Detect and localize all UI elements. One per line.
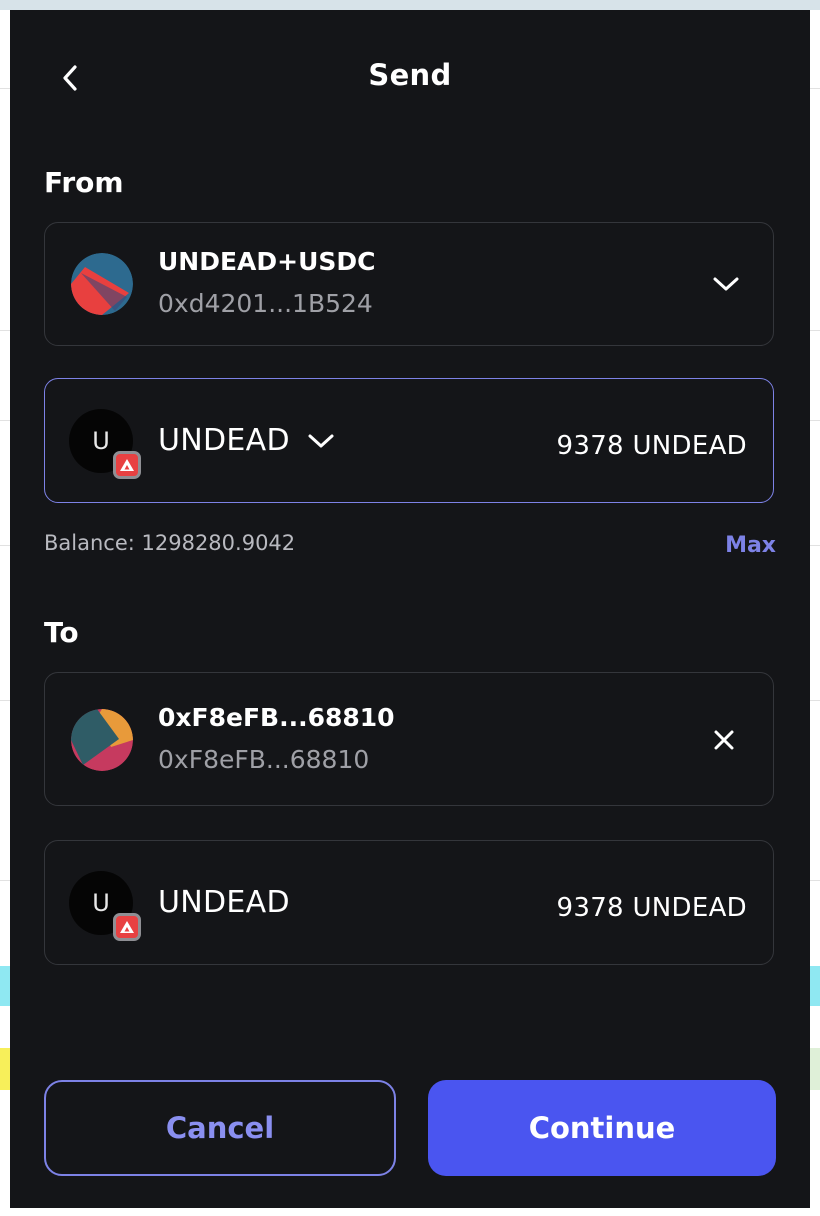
chevron-down-icon	[308, 434, 334, 448]
background-toolbar	[0, 0, 820, 10]
avalanche-chain-icon	[113, 913, 141, 941]
avalanche-chain-icon	[113, 451, 141, 479]
token-amount: 9378 UNDEAD	[556, 893, 747, 923]
from-amount-field[interactable]: U UNDEAD 9378 UNDEAD	[44, 378, 774, 503]
background-cell-highlight	[810, 966, 820, 1006]
token-name: UNDEAD	[158, 885, 290, 920]
cancel-button[interactable]: Cancel	[44, 1080, 396, 1176]
page-title: Send	[368, 58, 452, 92]
continue-button[interactable]: Continue	[428, 1080, 776, 1176]
background-cell-highlight	[810, 1048, 820, 1090]
clear-recipient-button[interactable]	[707, 723, 741, 757]
recipient-name: 0xF8eFB...68810	[158, 703, 395, 732]
background-cell-highlight	[0, 966, 10, 1006]
account-name: UNDEAD+USDC	[158, 247, 376, 276]
max-button[interactable]: Max	[725, 533, 776, 558]
background-cell-highlight	[0, 1048, 10, 1090]
to-label: To	[44, 616, 79, 649]
recipient-avatar	[71, 709, 133, 771]
to-token-summary: U UNDEAD 9378 UNDEAD	[44, 840, 774, 965]
token-name: UNDEAD	[158, 423, 290, 458]
account-address: 0xd4201...1B524	[158, 289, 373, 318]
to-recipient-card: 0xF8eFB...68810 0xF8eFB...68810	[44, 672, 774, 806]
send-modal: Send From UNDEAD+USDC 0xd4201...1B524 U …	[10, 10, 810, 1208]
recipient-address: 0xF8eFB...68810	[158, 745, 370, 774]
chevron-down-icon	[713, 277, 739, 291]
balance-text: Balance: 1298280.9042	[44, 531, 296, 555]
token-dropdown-toggle[interactable]	[303, 425, 339, 457]
from-account-selector[interactable]: UNDEAD+USDC 0xd4201...1B524	[44, 222, 774, 346]
amount-input[interactable]: 9378 UNDEAD	[557, 431, 747, 461]
from-label: From	[44, 166, 124, 199]
close-icon	[714, 730, 734, 750]
account-avatar	[71, 253, 133, 315]
account-dropdown-toggle[interactable]	[709, 267, 743, 301]
